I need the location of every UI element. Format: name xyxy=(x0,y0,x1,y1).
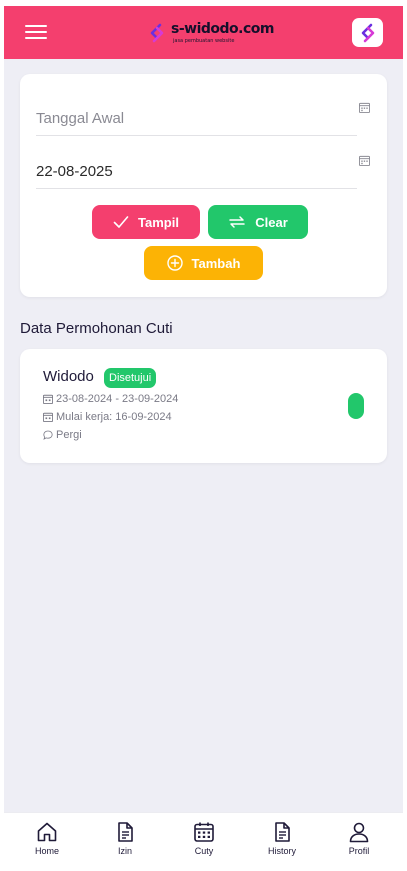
nav-item-izin[interactable]: Izin xyxy=(95,821,155,856)
start-date-placeholder: Tanggal Awal xyxy=(36,110,125,127)
bottom-nav: Home Izin Cuty History Profil xyxy=(4,812,403,866)
brand-logo-icon xyxy=(361,23,374,42)
employee-name: Widodo xyxy=(43,368,94,385)
nav-label-cuty: Cuty xyxy=(194,846,214,856)
clear-label: Clear xyxy=(255,214,288,230)
leave-request-card[interactable]: Widodo Disetujui 23-08-2024 - 23-09-2024… xyxy=(20,349,387,463)
brand-tagline: jasa pembuatan website xyxy=(173,38,235,44)
leave-reason: Pergi xyxy=(43,429,82,441)
calendar-icon xyxy=(43,412,53,422)
refresh-icon xyxy=(229,216,245,228)
plus-circle-icon xyxy=(166,255,183,271)
status-indicator-toggle[interactable] xyxy=(348,393,364,419)
nav-item-cuty[interactable]: Cuty xyxy=(174,821,234,856)
calendar-icon[interactable] xyxy=(359,155,370,166)
brand-logo-icon xyxy=(150,23,164,43)
top-app-bar: s-widodo.com jasa pembuatan website xyxy=(4,6,403,59)
end-date-value: 22-08-2025 xyxy=(36,163,113,180)
home-icon xyxy=(37,822,57,842)
calendar-icon[interactable] xyxy=(359,102,370,113)
brand-name: s-widodo.com xyxy=(171,21,274,37)
nav-label-izin: Izin xyxy=(117,846,132,856)
nav-item-profil[interactable]: Profil xyxy=(329,821,389,856)
avatar[interactable] xyxy=(352,18,383,47)
app-frame: s-widodo.com jasa pembuatan website Tang… xyxy=(4,6,403,866)
tampil-label: Tampil xyxy=(138,214,179,230)
nav-item-history[interactable]: History xyxy=(252,821,312,856)
end-date-field[interactable]: 22-08-2025 xyxy=(36,157,357,189)
brand: s-widodo.com jasa pembuatan website xyxy=(146,19,274,47)
start-date-field[interactable]: Tanggal Awal xyxy=(36,104,357,136)
user-icon xyxy=(349,822,369,843)
calendar-icon xyxy=(43,394,53,404)
clear-button[interactable]: Clear xyxy=(208,205,308,239)
tampil-button[interactable]: Tampil xyxy=(92,205,200,239)
status-badge: Disetujui xyxy=(104,368,157,388)
tambah-label: Tambah xyxy=(191,255,241,271)
tambah-button[interactable]: Tambah xyxy=(144,246,263,280)
document-icon xyxy=(275,822,290,842)
nav-label-profil: Profil xyxy=(348,846,370,856)
leave-period: 23-08-2024 - 23-09-2024 xyxy=(43,393,178,405)
hamburger-icon[interactable] xyxy=(25,23,47,41)
filter-card: Tanggal Awal 22-08-2025 Tampil Clear Tam… xyxy=(20,74,387,297)
calendar-icon xyxy=(194,822,214,842)
nav-label-history: History xyxy=(267,846,296,856)
check-icon xyxy=(113,216,129,228)
chat-bubble-icon xyxy=(43,430,53,440)
return-date-text: Mulai kerja: 16-09-2024 xyxy=(56,411,172,423)
leave-reason-text: Pergi xyxy=(56,429,82,441)
return-date: Mulai kerja: 16-09-2024 xyxy=(43,411,172,423)
nav-label-home: Home xyxy=(34,846,59,856)
leave-period-text: 23-08-2024 - 23-09-2024 xyxy=(56,393,179,405)
section-title: Data Permohonan Cuti xyxy=(20,320,173,337)
nav-item-home[interactable]: Home xyxy=(17,821,77,856)
document-icon xyxy=(118,822,133,842)
